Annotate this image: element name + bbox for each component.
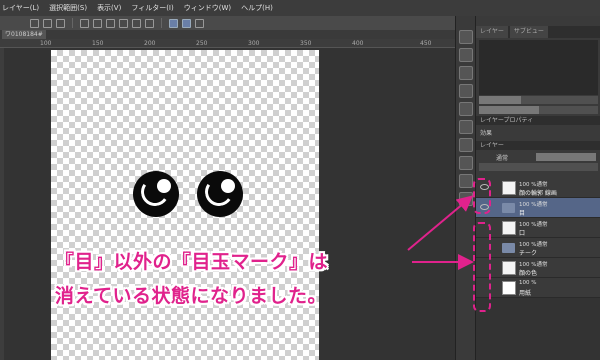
left-eye bbox=[133, 171, 179, 217]
panel-tabs: レイヤー サブビュー bbox=[476, 26, 600, 38]
ruler-label: 400 bbox=[352, 40, 364, 47]
document-tab[interactable]: ワ0108184# bbox=[2, 30, 46, 39]
toolbar-divider bbox=[72, 18, 73, 28]
effect-label: 効果 bbox=[480, 130, 493, 137]
menu-layer[interactable]: レイヤー(L) bbox=[2, 3, 39, 13]
palette-icon-bar bbox=[455, 16, 475, 360]
ruler-label: 200 bbox=[144, 40, 156, 47]
layer-name: 用紙 bbox=[519, 290, 532, 297]
layer-name: 顔の色 bbox=[519, 270, 538, 277]
tab-layer[interactable]: レイヤー bbox=[476, 26, 508, 38]
layer-thumbnail bbox=[502, 261, 516, 275]
folder-icon bbox=[502, 203, 515, 213]
layer-row[interactable]: 100 %通常 チーク bbox=[476, 238, 600, 258]
horizontal-ruler: 100 150 200 250 300 350 400 450 bbox=[0, 39, 455, 48]
ruler-label: 300 bbox=[248, 40, 260, 47]
menu-selection[interactable]: 選択範囲(S) bbox=[49, 3, 87, 13]
redo-icon[interactable] bbox=[56, 18, 65, 28]
ruler-label: 350 bbox=[300, 40, 312, 47]
material-icon[interactable] bbox=[459, 120, 473, 134]
navigator-preview[interactable] bbox=[479, 40, 598, 95]
layer-row[interactable]: 100 %通常 顔の色 bbox=[476, 258, 600, 278]
layer-mode: 100 % bbox=[519, 280, 537, 286]
layer-panel: レイヤー サブビュー レイヤープロパティ 効果 レイヤー 通常 100 %通常 … bbox=[475, 16, 600, 360]
callout-text: 『目』以外の『目玉マーク』は 消えている状態になりました。 bbox=[55, 245, 405, 313]
toolbar-divider bbox=[161, 18, 162, 28]
material-icon[interactable] bbox=[459, 174, 473, 188]
layer-mode: 100 %通常 bbox=[519, 262, 548, 268]
layer-thumbnail bbox=[502, 221, 516, 235]
layer-toolbar[interactable] bbox=[479, 163, 598, 171]
layer-mode: 100 %通常 bbox=[519, 222, 548, 228]
opacity-slider[interactable] bbox=[536, 153, 596, 161]
menu-window[interactable]: ウィンドウ(W) bbox=[184, 3, 231, 13]
layer-name: 口 bbox=[519, 230, 526, 237]
material-icon[interactable] bbox=[459, 156, 473, 170]
menu-view[interactable]: 表示(V) bbox=[97, 3, 121, 13]
ruler-snap-icon[interactable] bbox=[169, 18, 178, 28]
layer-list-empty bbox=[476, 298, 600, 360]
layer-thumbnail bbox=[502, 281, 516, 295]
blend-mode-select[interactable]: 通常 bbox=[496, 153, 508, 162]
ruler-label: 250 bbox=[196, 40, 208, 47]
layer-row[interactable]: 100 % 用紙 bbox=[476, 278, 600, 298]
undo-icon[interactable] bbox=[43, 18, 52, 28]
rotate-slider[interactable] bbox=[479, 106, 598, 114]
material-icon[interactable] bbox=[459, 192, 473, 206]
callout-line-2: 消えている状態になりました。 bbox=[55, 285, 328, 307]
canvas[interactable] bbox=[51, 50, 319, 360]
material-icon[interactable] bbox=[459, 138, 473, 152]
ruler-label: 150 bbox=[92, 40, 104, 47]
canvas-area[interactable] bbox=[4, 48, 455, 360]
fill-icon[interactable] bbox=[145, 18, 154, 28]
layer-name: 目 bbox=[519, 210, 526, 217]
deselect-icon[interactable] bbox=[119, 18, 128, 28]
transform-icon[interactable] bbox=[93, 18, 102, 28]
grid-snap-icon[interactable] bbox=[195, 18, 204, 28]
menu-bar: レイヤー(L) 選択範囲(S) 表示(V) フィルター(I) ウィンドウ(W) … bbox=[0, 0, 600, 16]
menu-help[interactable]: ヘルプ(H) bbox=[241, 3, 273, 13]
layer-name: 顔の輪郭 線画 bbox=[519, 190, 557, 197]
layer-mode: 100 %通常 bbox=[519, 182, 548, 188]
layer-thumbnail bbox=[502, 181, 516, 195]
special-ruler-snap-icon[interactable] bbox=[182, 18, 191, 28]
layer-name: チーク bbox=[519, 250, 538, 257]
menu-filter[interactable]: フィルター(I) bbox=[131, 3, 173, 13]
ruler-label: 100 bbox=[40, 40, 52, 47]
callout-line-1: 『目』以外の『目玉マーク』は bbox=[55, 251, 329, 273]
folder-icon bbox=[502, 243, 515, 253]
document-tab-bar: ワ0108184# bbox=[0, 30, 455, 39]
tab-subview[interactable]: サブビュー bbox=[509, 26, 548, 38]
layer-mode: 100 %通常 bbox=[519, 242, 548, 248]
layer-row[interactable]: 100 %通常 顔の輪郭 線画 bbox=[476, 178, 600, 198]
history-icon[interactable] bbox=[459, 102, 473, 116]
material-icon[interactable] bbox=[459, 48, 473, 62]
ruler-label: 450 bbox=[420, 40, 432, 47]
right-eye bbox=[197, 171, 243, 217]
material-icon[interactable] bbox=[459, 66, 473, 80]
layer-section-title: レイヤー bbox=[476, 141, 600, 150]
clear-icon[interactable] bbox=[80, 18, 89, 28]
invert-selection-icon[interactable] bbox=[132, 18, 141, 28]
highlight-dashed-box bbox=[473, 222, 491, 312]
save-icon[interactable] bbox=[30, 18, 39, 28]
eye-highlight-dot bbox=[221, 179, 235, 193]
layer-property-title: レイヤープロパティ bbox=[476, 116, 600, 125]
navigator-icon[interactable] bbox=[459, 30, 473, 44]
layer-row[interactable]: 100 %通常 口 bbox=[476, 218, 600, 238]
material-icon[interactable] bbox=[459, 84, 473, 98]
highlight-dashed-box bbox=[473, 178, 491, 214]
eye-highlight-dot bbox=[157, 179, 171, 193]
select-all-icon[interactable] bbox=[106, 18, 115, 28]
layer-row-selected[interactable]: 100 %通常 目 bbox=[476, 198, 600, 218]
layer-mode: 100 %通常 bbox=[519, 202, 548, 208]
command-bar bbox=[0, 16, 455, 30]
zoom-slider[interactable] bbox=[479, 96, 598, 104]
